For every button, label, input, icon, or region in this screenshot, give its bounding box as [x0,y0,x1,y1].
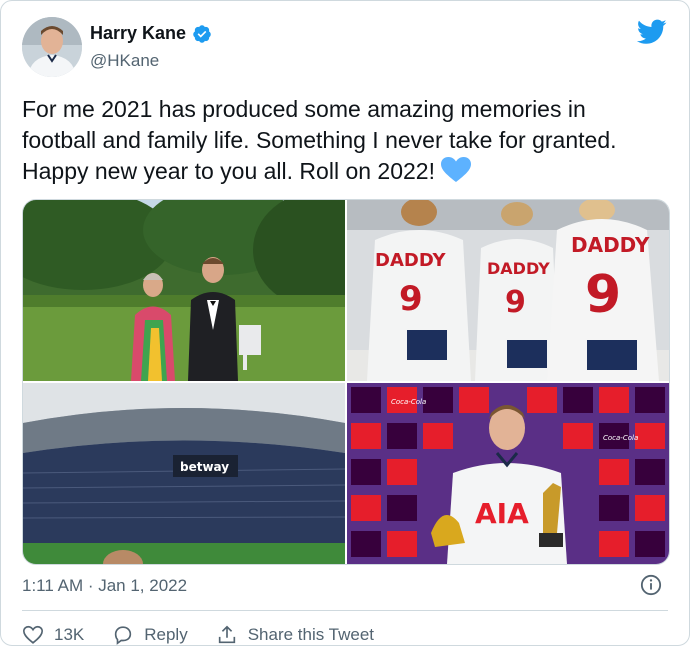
twitter-bird-icon[interactable] [637,19,667,45]
reply-label: Reply [144,625,188,644]
heart-icon [23,625,43,644]
tweet-text: For me 2021 has produced some amazing me… [22,94,662,191]
display-name[interactable]: Harry Kane [90,23,186,44]
shirt-text-3: DADDY [571,233,650,257]
golden-boot-photo[interactable]: Coca-Cola Coca-Cola AIA [347,383,669,564]
backdrop-brand-2: Coca-Cola [603,434,638,442]
backdrop-brand-1: Coca-Cola [391,398,426,406]
kids-daddy-shirts-photo[interactable]: DADDY 9 DADDY 9 DADDY 9 [347,200,669,381]
tweet-actions: 13K Reply Share this Tweet [22,624,402,645]
shirt-number-1: 9 [399,279,423,319]
divider [22,610,668,611]
user-handle[interactable]: @HKane [90,51,159,71]
avatar-image [22,17,82,77]
shirt-text-2: DADDY [487,259,550,278]
stadium-sign: betway [180,460,229,474]
user-name-row: Harry Kane [90,23,212,44]
info-icon[interactable] [640,574,662,596]
verified-badge-icon [193,24,211,43]
like-count: 13K [54,625,85,644]
tweet-card: Harry Kane @HKane For me 2021 has produc… [0,0,690,646]
avatar[interactable] [22,17,82,77]
share-label: Share this Tweet [247,625,375,644]
blue-heart-icon [440,157,471,191]
share-icon [218,625,235,644]
reply-button[interactable]: Reply [112,624,188,645]
share-button[interactable]: Share this Tweet [216,624,375,645]
shirt-number-3: 9 [585,265,621,325]
shirt-text-1: DADDY [375,250,446,271]
reply-icon [115,626,132,645]
media-grid: DADDY 9 DADDY 9 DADDY 9 betway Coca-Cola… [22,199,670,565]
shirt-sponsor: AIA [475,497,529,530]
tweet-body: For me 2021 has produced some amazing me… [22,96,617,184]
tweet-timestamp[interactable]: 1:11 AM · Jan 1, 2022 [22,576,187,596]
like-button[interactable]: 13K [22,624,85,645]
stadium-photo[interactable]: betway [23,383,345,564]
shirt-number-2: 9 [505,285,526,320]
couple-garden-photo[interactable] [23,200,345,381]
